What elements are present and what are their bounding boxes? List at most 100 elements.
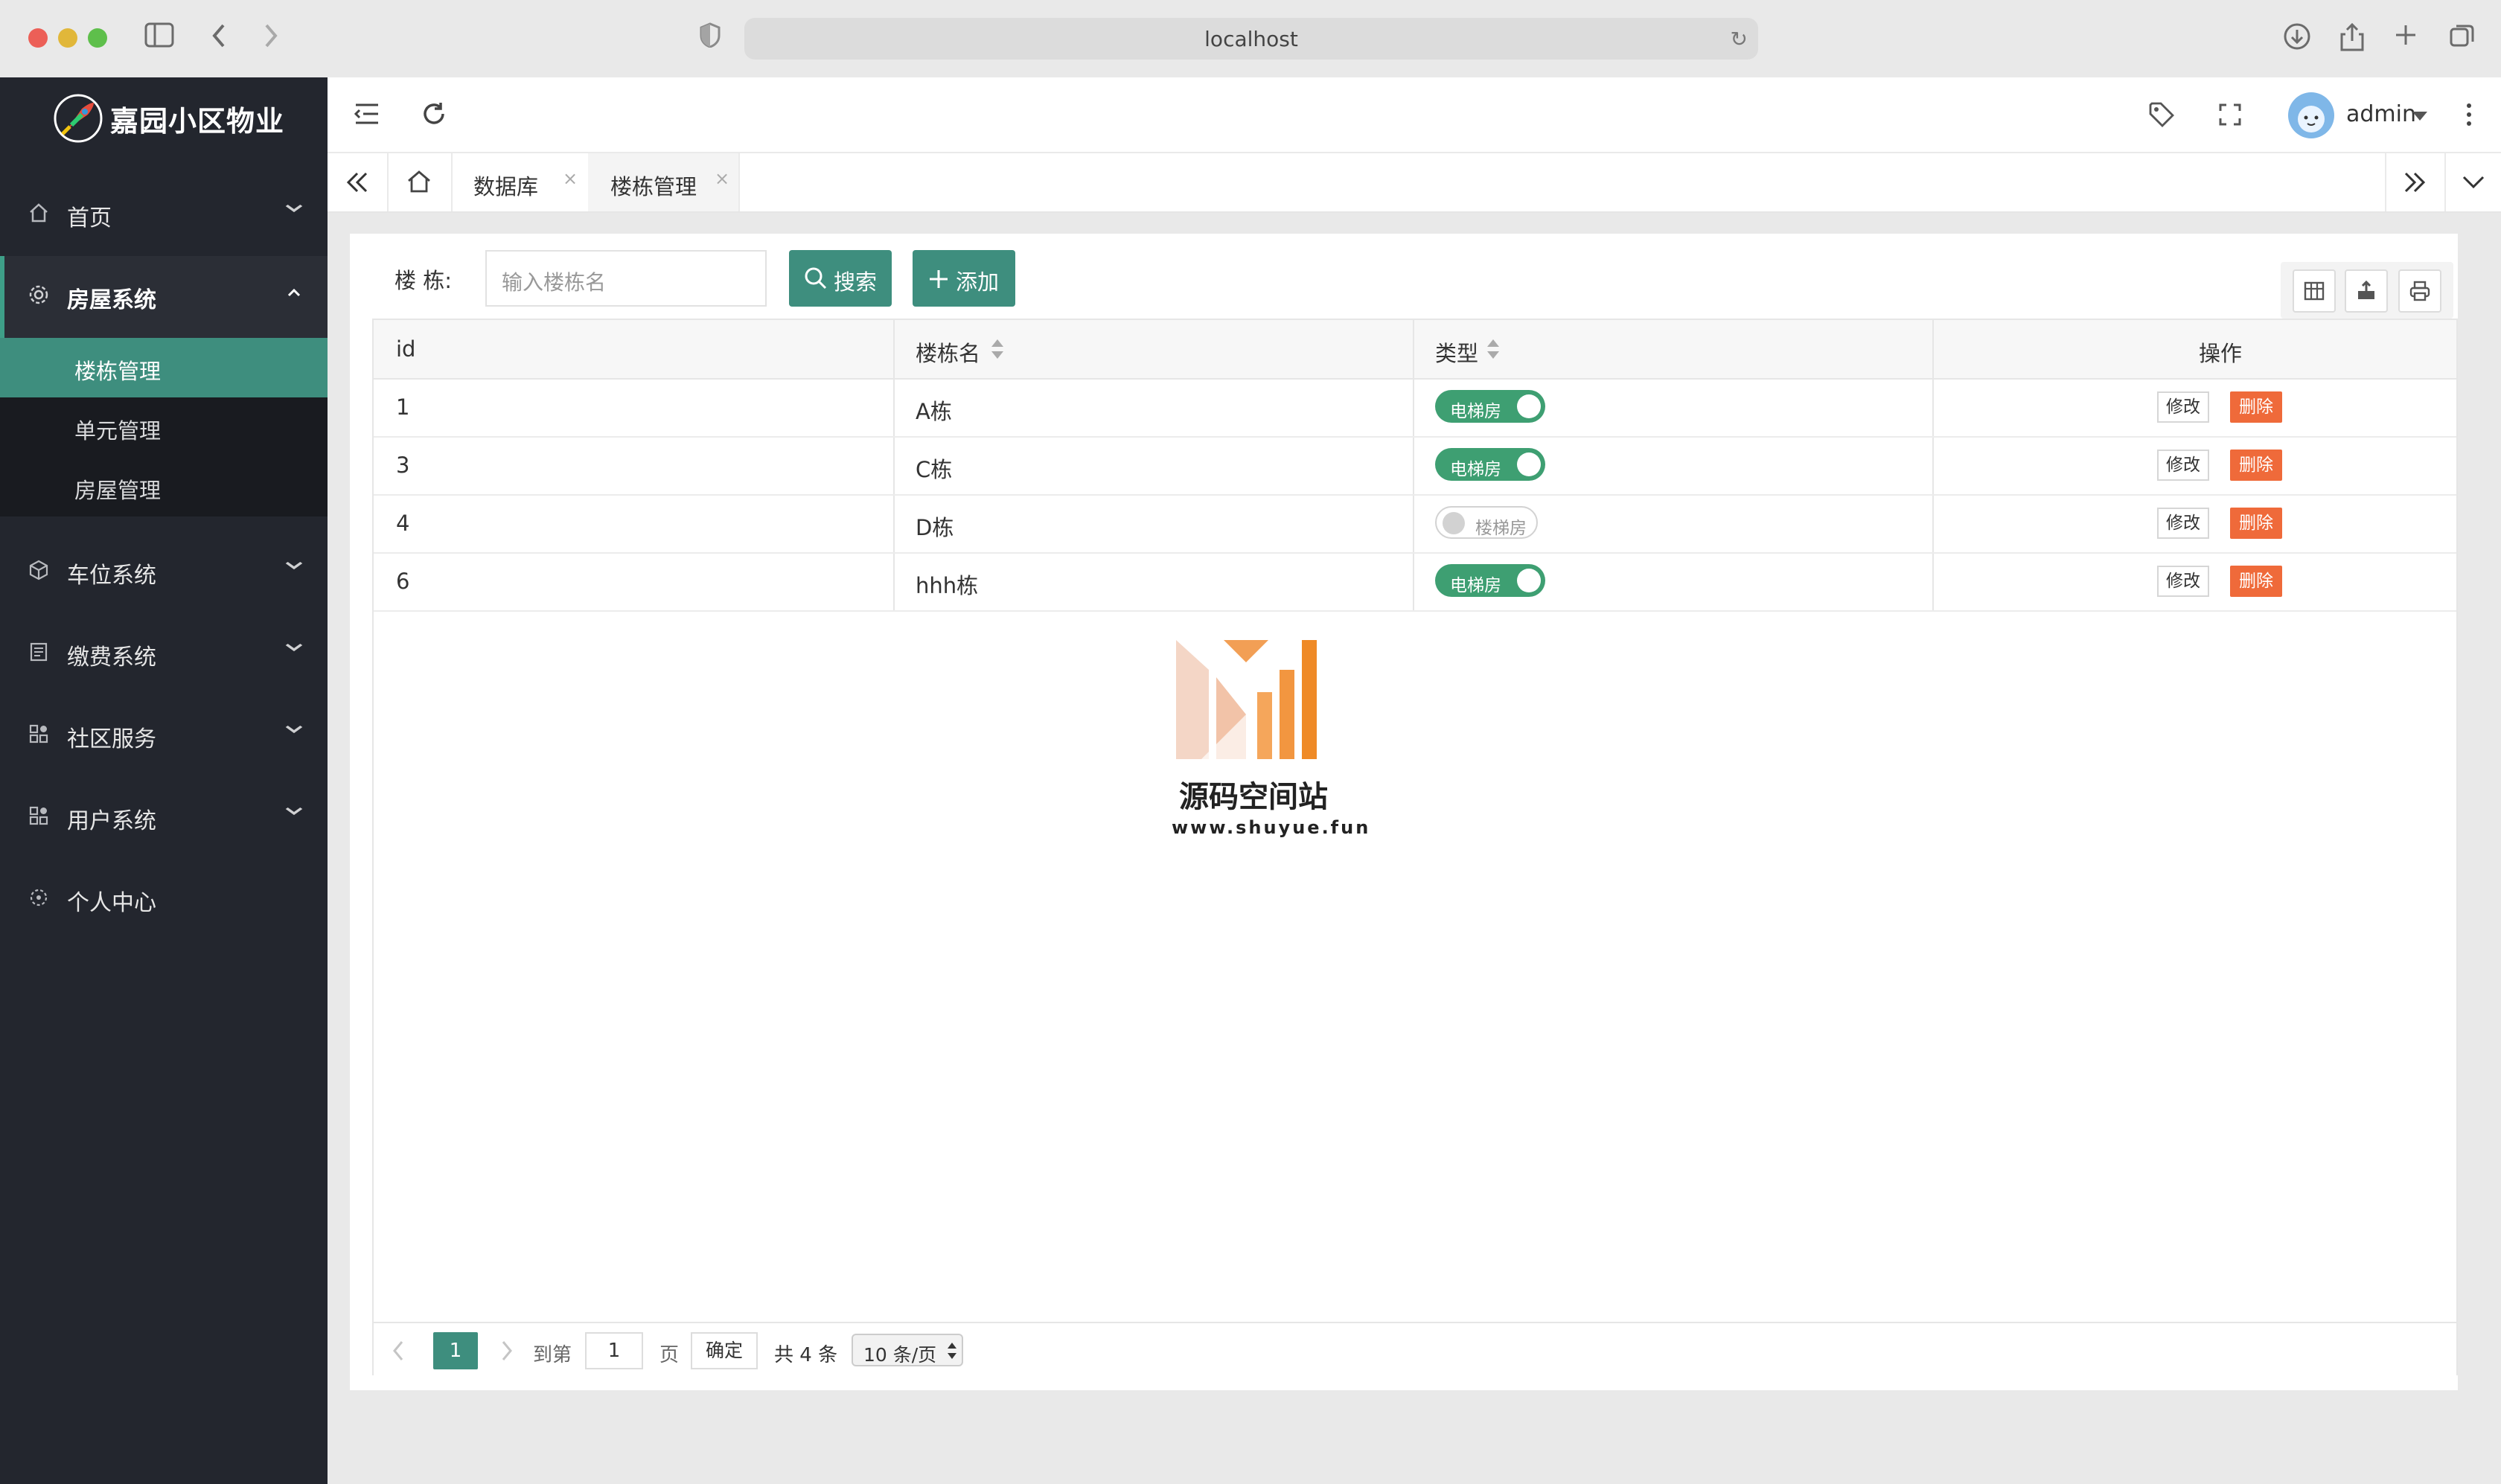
next-page-icon[interactable] [500,1340,514,1365]
top-header: admin [328,77,2501,153]
sidebar-item-parking[interactable]: 车位系统 [0,531,328,613]
page-size-select[interactable]: 10 条/页 [852,1334,963,1366]
avatar[interactable] [2288,92,2334,138]
forward-icon[interactable] [255,22,287,55]
page-1-button[interactable]: 1 [433,1332,478,1369]
sidebar-item-label: 用户系统 [67,808,156,834]
type-toggle[interactable]: 电梯房 [1435,448,1545,481]
scroll-tabs-left-button[interactable] [328,153,389,211]
privacy-shield-icon[interactable] [694,22,726,55]
export-button[interactable] [2345,269,2388,313]
address-bar[interactable]: localhost ↻ [744,18,1758,60]
tab-building-management[interactable]: 楼栋管理 × [588,153,740,211]
type-toggle-label: 楼梯房 [1475,519,1527,538]
downloads-icon[interactable] [2281,22,2313,55]
table-row: 1 A栋 电梯房 修改 删除 [374,378,2456,438]
edit-button[interactable]: 修改 [2157,508,2209,539]
sidebar-item-label: 首页 [67,205,112,231]
refresh-icon[interactable] [421,101,447,129]
table-row: 3 C栋 电梯房 修改 删除 [374,436,2456,496]
columns-filter-button[interactable] [2293,269,2336,313]
gear-icon [27,283,51,310]
close-tab-icon[interactable]: × [563,168,578,189]
tab-options-dropdown[interactable] [2444,153,2501,211]
apps-icon [28,805,51,828]
type-toggle[interactable]: 电梯房 [1435,390,1545,423]
goto-page-input[interactable]: 1 [585,1332,643,1369]
edit-button[interactable]: 修改 [2157,566,2209,597]
add-button[interactable]: 添加 [913,250,1015,307]
print-button[interactable] [2398,269,2441,313]
delete-button[interactable]: 删除 [2230,450,2282,481]
search-placeholder: 输入楼栋名 [502,270,607,295]
edit-button[interactable]: 修改 [2157,450,2209,481]
close-window-button[interactable] [28,28,48,48]
columns-icon [2304,281,2325,301]
sidebar-subitem-house[interactable]: 房屋管理 [0,457,328,516]
sidebar-item-users[interactable]: 用户系统 [0,777,328,859]
confirm-page-button[interactable]: 确定 [691,1332,758,1369]
column-header-id[interactable]: id [396,336,415,362]
sort-icon[interactable] [990,338,1005,363]
sidebar-item-billing[interactable]: 缴费系统 [0,613,328,695]
sidebar-item-label: 缴费系统 [67,645,156,671]
search-icon [805,267,827,290]
tab-home[interactable] [387,153,453,211]
delete-button[interactable]: 删除 [2230,508,2282,539]
submenu-housing: 楼栋管理 单元管理 房屋管理 [0,338,328,516]
prev-page-icon[interactable] [392,1340,405,1365]
share-icon[interactable] [2336,22,2369,55]
sort-icon[interactable] [1486,338,1501,363]
building-table: id 楼栋名 类型 操作 1 A栋 电梯房 修改 删除 3 C栋 电梯房 修改 … [372,319,2458,1377]
delete-button[interactable]: 删除 [2230,566,2282,597]
sidebar-subitem-building[interactable]: 楼栋管理 [0,338,328,397]
maximize-window-button[interactable] [88,28,107,48]
type-toggle[interactable]: 电梯房 [1435,564,1545,597]
sidebar-subitem-unit[interactable]: 单元管理 [0,397,328,457]
minimize-window-button[interactable] [58,28,77,48]
sidebar-item-community[interactable]: 社区服务 [0,695,328,777]
sidebar-subitem-label: 单元管理 [74,418,162,444]
sidebar-item-label: 社区服务 [67,726,156,752]
scroll-tabs-right-button[interactable] [2385,153,2444,211]
export-icon [2358,280,2374,299]
tab-overview-icon[interactable] [2446,22,2479,55]
caret-down-icon[interactable] [2412,110,2428,124]
rocket-logo-icon [52,92,104,147]
sidebar-item-home[interactable]: 首页 [0,174,328,256]
column-header-actions: 操作 [2199,341,2243,366]
back-icon[interactable] [202,22,235,55]
page-unit-label: 页 [659,1344,680,1366]
fullscreen-icon[interactable] [2218,103,2242,129]
sidebar-item-housing[interactable]: 房屋系统 [0,256,328,338]
close-tab-icon[interactable]: × [715,168,729,189]
column-header-type[interactable]: 类型 [1435,336,1478,368]
sidebar-item-profile[interactable]: 个人中心 [0,859,328,941]
chevron-down-icon [284,717,303,738]
tab-database[interactable]: 数据库 × [451,153,590,211]
tab-label: 数据库 [473,174,539,199]
cell-building-name: hhh栋 [916,573,979,598]
select-arrows-icon [948,1343,956,1359]
tag-icon[interactable] [2148,101,2175,131]
sidebar-item-label: 房屋系统 [67,287,156,313]
sidebar-toggle-icon[interactable] [143,22,176,55]
user-settings-icon [28,887,51,909]
total-count: 共 4 条 [774,1344,838,1366]
content-panel: 楼 栋: 输入楼栋名 搜索 添加 id 楼栋名 类型 操作 1 A栋 电梯房 修… [350,234,2458,1390]
more-vertical-icon[interactable] [2465,103,2473,129]
chevron-down-icon [284,554,303,575]
new-tab-icon[interactable] [2389,22,2422,55]
type-toggle-label: 电梯房 [1450,402,1501,421]
building-search-input[interactable]: 输入楼栋名 [485,250,767,307]
reload-page-icon[interactable]: ↻ [1731,27,1748,51]
type-toggle[interactable]: 楼梯房 [1435,506,1538,539]
column-header-name[interactable]: 楼栋名 [916,336,980,368]
plus-icon [930,270,948,288]
user-name[interactable]: admin [2346,101,2416,127]
collapse-menu-icon[interactable] [354,103,380,128]
watermark: 源码空间站 www.shuyue.fun [1172,633,1368,838]
delete-button[interactable]: 删除 [2230,391,2282,423]
edit-button[interactable]: 修改 [2157,391,2209,423]
search-button[interactable]: 搜索 [789,250,892,307]
